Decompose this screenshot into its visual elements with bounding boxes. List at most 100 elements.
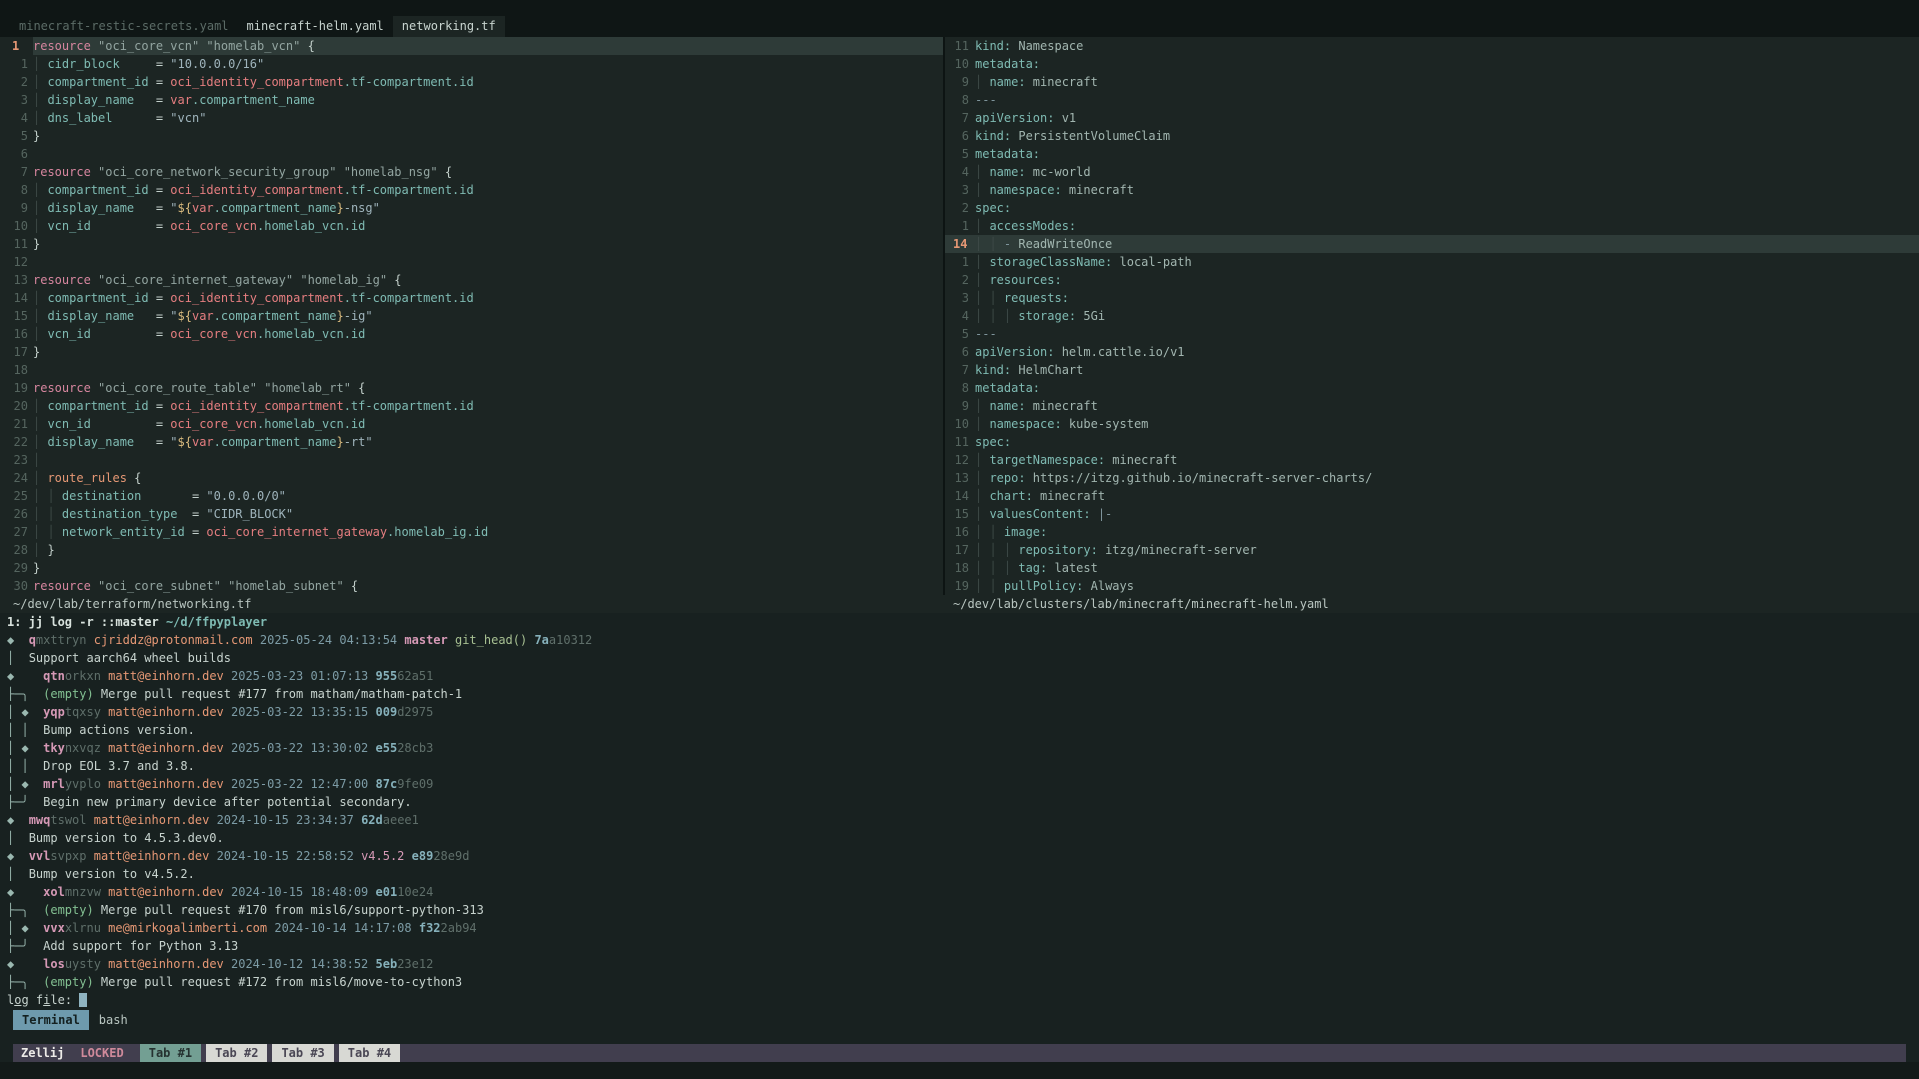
line-number: 1: [945, 253, 975, 271]
pane-chip-bash[interactable]: bash: [99, 1013, 128, 1027]
log-line: ◆ qtnorkxn matt@einhorn.dev 2025-03-23 0…: [0, 667, 1919, 685]
code-line[interactable]: 12│ targetNamespace: minecraft: [945, 451, 1919, 469]
code-line[interactable]: 5---: [945, 325, 1919, 343]
code-line[interactable]: 10│ vcn_id = oci_core_vcn.homelab_vcn.id: [0, 217, 943, 235]
zellij-tab-1[interactable]: Tab #1: [140, 1044, 201, 1062]
code-line[interactable]: 15│ display_name = "${var.compartment_na…: [0, 307, 943, 325]
code-line[interactable]: 25│ │ destination = "0.0.0.0/0": [0, 487, 943, 505]
code-line[interactable]: 16│ vcn_id = oci_core_vcn.homelab_vcn.id: [0, 325, 943, 343]
code-line[interactable]: 1│ storageClassName: local-path: [945, 253, 1919, 271]
line-number: 18: [945, 559, 975, 577]
code-line[interactable]: 17│ │ │ repository: itzg/minecraft-serve…: [945, 541, 1919, 559]
code-line[interactable]: 2│ compartment_id = oci_identity_compart…: [0, 73, 943, 91]
code-line[interactable]: 18: [0, 361, 943, 379]
line-number: 15: [0, 307, 33, 325]
code-line[interactable]: 3│ namespace: minecraft: [945, 181, 1919, 199]
code-line[interactable]: 7apiVersion: v1: [945, 109, 1919, 127]
bottom-strip: [0, 1062, 1919, 1079]
code-line[interactable]: 27│ │ network_entity_id = oci_core_inter…: [0, 523, 943, 541]
buffer-tab-minecraft-restic-secrets[interactable]: minecraft-restic-secrets.yaml: [10, 16, 238, 37]
code-line[interactable]: 14│ compartment_id = oci_identity_compar…: [0, 289, 943, 307]
line-number: 24: [0, 469, 33, 487]
line-number: 11: [0, 235, 33, 253]
helix-bufferline: minecraft-restic-secrets.yaml minecraft-…: [0, 0, 1919, 37]
code-line[interactable]: 6: [0, 145, 943, 163]
code-line[interactable]: 30resource "oci_core_subnet" "homelab_su…: [0, 577, 943, 595]
line-number: 5: [0, 127, 33, 145]
code-line[interactable]: 5metadata:: [945, 145, 1919, 163]
line-number: 26: [0, 505, 33, 523]
mode-indicator-locked: LOCKED: [72, 1046, 131, 1060]
code-line[interactable]: 14│ │ - ReadWriteOnce: [945, 235, 1919, 253]
code-line[interactable]: 8│ compartment_id = oci_identity_compart…: [0, 181, 943, 199]
code-line[interactable]: 5}: [0, 127, 943, 145]
code-line[interactable]: 26│ │ destination_type = "CIDR_BLOCK": [0, 505, 943, 523]
code-line[interactable]: 13│ repo: https://itzg.github.io/minecra…: [945, 469, 1919, 487]
log-line: │ Bump version to v4.5.2.: [0, 865, 1919, 883]
code-line[interactable]: 17}: [0, 343, 943, 361]
pane-chip-terminal[interactable]: Terminal: [13, 1010, 89, 1030]
log-line: ├─╯ Add support for Python 3.13: [0, 937, 1919, 955]
code-line[interactable]: 10│ namespace: kube-system: [945, 415, 1919, 433]
line-number: 10: [945, 55, 975, 73]
code-line[interactable]: 18│ │ │ tag: latest: [945, 559, 1919, 577]
zellij-tab-4[interactable]: Tab #4: [339, 1044, 400, 1062]
code-line[interactable]: 11kind: Namespace: [945, 37, 1919, 55]
code-line[interactable]: 29}: [0, 559, 943, 577]
code-line[interactable]: 6apiVersion: helm.cattle.io/v1: [945, 343, 1919, 361]
code-line[interactable]: 1│ accessModes:: [945, 217, 1919, 235]
buffer-tab-networking[interactable]: networking.tf: [393, 16, 505, 37]
code-line[interactable]: 4│ │ │ storage: 5Gi: [945, 307, 1919, 325]
code-line[interactable]: 7kind: HelmChart: [945, 361, 1919, 379]
editor-split-minecraft-helm-yaml[interactable]: 11kind: Namespace10metadata:9│ name: min…: [945, 37, 1919, 595]
code-line[interactable]: 9│ name: minecraft: [945, 73, 1919, 91]
zellij-tab-2[interactable]: Tab #2: [206, 1044, 267, 1062]
line-number: 23: [0, 451, 33, 469]
line-number: 21: [0, 415, 33, 433]
code-line[interactable]: 7resource "oci_core_network_security_gro…: [0, 163, 943, 181]
terminal-pane[interactable]: 1: jj log -r ::master ~/d/ffpyplayer◆ qm…: [0, 613, 1919, 1009]
code-line[interactable]: 1resource "oci_core_vcn" "homelab_vcn" {: [0, 37, 943, 55]
code-line[interactable]: 22│ display_name = "${var.compartment_na…: [0, 433, 943, 451]
line-number: 14: [0, 289, 33, 307]
code-line[interactable]: 8---: [945, 91, 1919, 109]
zellij-tab-3[interactable]: Tab #3: [272, 1044, 333, 1062]
code-line[interactable]: 9│ name: minecraft: [945, 397, 1919, 415]
line-number: 6: [945, 127, 975, 145]
editor-split-networking-tf[interactable]: 1resource "oci_core_vcn" "homelab_vcn" {…: [0, 37, 943, 595]
code-line[interactable]: 19resource "oci_core_route_table" "homel…: [0, 379, 943, 397]
line-number: 15: [945, 505, 975, 523]
code-line[interactable]: 9│ display_name = "${var.compartment_nam…: [0, 199, 943, 217]
log-line: ├─╮ (empty) Merge pull request #177 from…: [0, 685, 1919, 703]
line-number: 3: [0, 91, 33, 109]
code-line[interactable]: 14│ chart: minecraft: [945, 487, 1919, 505]
code-line[interactable]: 10metadata:: [945, 55, 1919, 73]
code-line[interactable]: 23│: [0, 451, 943, 469]
code-line[interactable]: 4│ name: mc-world: [945, 163, 1919, 181]
code-line[interactable]: 2spec:: [945, 199, 1919, 217]
code-line[interactable]: 13resource "oci_core_internet_gateway" "…: [0, 271, 943, 289]
code-line[interactable]: 4│ dns_label = "vcn": [0, 109, 943, 127]
line-number: 3: [945, 289, 975, 307]
code-line[interactable]: 20│ compartment_id = oci_identity_compar…: [0, 397, 943, 415]
code-line[interactable]: 19│ │ pullPolicy: Always: [945, 577, 1919, 595]
code-line[interactable]: 8metadata:: [945, 379, 1919, 397]
code-line[interactable]: 16│ │ image:: [945, 523, 1919, 541]
buffer-tab-minecraft-helm[interactable]: minecraft-helm.yaml: [238, 16, 393, 37]
log-line: ◆ mwqtswol matt@einhorn.dev 2024-10-15 2…: [0, 811, 1919, 829]
line-number: 7: [0, 163, 33, 181]
code-line[interactable]: 3│ display_name = var.compartment_name: [0, 91, 943, 109]
code-line[interactable]: 11spec:: [945, 433, 1919, 451]
code-line[interactable]: 1│ cidr_block = "10.0.0.0/16": [0, 55, 943, 73]
code-line[interactable]: 3│ │ requests:: [945, 289, 1919, 307]
zellij-session: minecraft-restic-secrets.yaml minecraft-…: [0, 0, 1919, 1079]
code-line[interactable]: 15│ valuesContent: |-: [945, 505, 1919, 523]
code-line[interactable]: 2│ resources:: [945, 271, 1919, 289]
code-line[interactable]: 28│ }: [0, 541, 943, 559]
code-line[interactable]: 21│ vcn_id = oci_core_vcn.homelab_vcn.id: [0, 415, 943, 433]
code-line[interactable]: 24│ route_rules {: [0, 469, 943, 487]
code-line[interactable]: 12: [0, 253, 943, 271]
line-number: 2: [0, 73, 33, 91]
code-line[interactable]: 11}: [0, 235, 943, 253]
code-line[interactable]: 6kind: PersistentVolumeClaim: [945, 127, 1919, 145]
